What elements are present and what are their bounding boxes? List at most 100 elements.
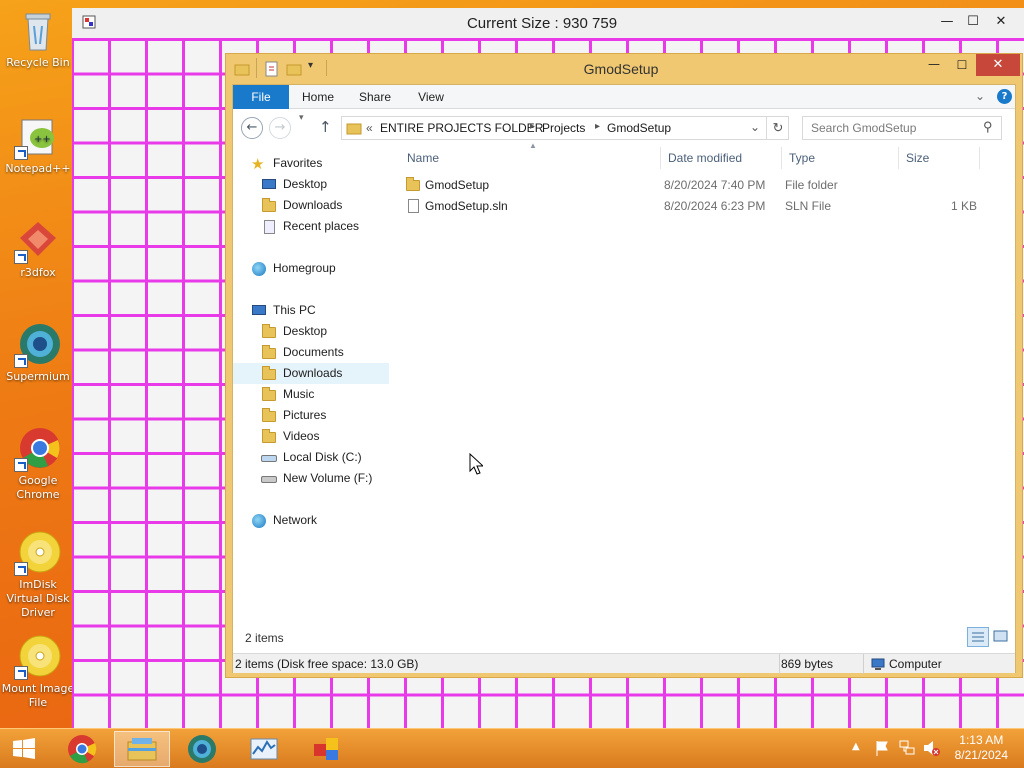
desktop-icon-r3dfox[interactable]: r3dfox bbox=[0, 216, 76, 280]
nav-this-pc-downloads[interactable]: Downloads bbox=[233, 363, 389, 384]
desktop-icon-label: Notepad++ bbox=[5, 162, 71, 175]
nav-favorites-downloads[interactable]: Downloads bbox=[261, 195, 342, 216]
nav-label: Music bbox=[283, 387, 315, 401]
folder-icon bbox=[405, 175, 421, 196]
supermium-icon bbox=[14, 320, 62, 368]
recent-locations-icon[interactable]: ▾ bbox=[299, 113, 304, 123]
clock[interactable]: 1:13 AM 8/21/2024 bbox=[955, 733, 1008, 763]
show-hidden-icons-button[interactable]: ▲ bbox=[852, 741, 860, 752]
table-row[interactable]: GmodSetup 8/20/2024 7:40 PM File folder bbox=[401, 175, 1013, 196]
taskbar-chrome[interactable] bbox=[54, 731, 110, 767]
mouse-cursor-icon bbox=[469, 452, 485, 478]
expand-ribbon-icon[interactable]: ⌄ bbox=[975, 89, 985, 103]
nav-label: Local Disk (C:) bbox=[283, 450, 362, 464]
videos-folder-icon bbox=[261, 428, 277, 445]
desktop-icon bbox=[261, 177, 277, 193]
table-row[interactable]: GmodSetup.sln 8/20/2024 6:23 PM SLN File… bbox=[401, 196, 1013, 217]
search-icon[interactable]: ⚲ bbox=[983, 119, 993, 135]
desktop-icon-notepad-plus-plus[interactable]: ++ Notepad++ bbox=[0, 112, 76, 176]
desktop-icon-label: Mount Image File bbox=[1, 682, 75, 709]
column-header-name[interactable]: Name bbox=[401, 147, 661, 169]
large-icons-view-icon[interactable] bbox=[991, 627, 1011, 647]
file-date: 8/20/2024 6:23 PM bbox=[664, 199, 766, 213]
shortcut-arrow-icon bbox=[14, 458, 28, 472]
breadcrumb-projects[interactable]: Projects bbox=[542, 121, 585, 135]
taskbar-control-panel[interactable] bbox=[298, 731, 354, 767]
maximize-button[interactable]: ☐ bbox=[948, 54, 976, 76]
explorer-titlebar[interactable]: ▾ GmodSetup — ☐ ✕ bbox=[226, 54, 1022, 84]
breadcrumb-gmodsetup[interactable]: GmodSetup bbox=[607, 121, 671, 135]
close-button[interactable]: ✕ bbox=[986, 8, 1016, 34]
desktop-icon-imdisk[interactable]: ImDisk Virtual Disk Driver bbox=[0, 528, 76, 620]
volume-muted-icon[interactable] bbox=[922, 739, 940, 760]
star-icon: ★ bbox=[251, 155, 265, 173]
file-list[interactable]: ▲ Name Date modified Type Size GmodSetup… bbox=[401, 141, 1013, 637]
desktop-icon-label: Recycle Bin bbox=[6, 56, 70, 69]
tab-home[interactable]: Home bbox=[293, 85, 343, 109]
nav-this-pc-music[interactable]: Music bbox=[261, 384, 314, 405]
pictures-folder-icon bbox=[261, 407, 277, 424]
nav-this-pc-pictures[interactable]: Pictures bbox=[261, 405, 326, 426]
column-header-date-modified[interactable]: Date modified bbox=[662, 147, 782, 169]
desktop-icon-mount-image-file[interactable]: Mount Image File bbox=[0, 632, 76, 710]
network-icon[interactable] bbox=[898, 739, 916, 760]
desktop-icon-label: Google Chrome bbox=[16, 474, 60, 501]
nav-this-pc-local-disk-c[interactable]: Local Disk (C:) bbox=[261, 447, 362, 468]
tab-file[interactable]: File bbox=[233, 85, 289, 109]
nav-network[interactable]: Network bbox=[251, 510, 317, 531]
explorer-window[interactable]: ▾ GmodSetup — ☐ ✕ File Home Share View ⌄… bbox=[225, 53, 1023, 678]
shortcut-arrow-icon bbox=[14, 250, 28, 264]
taskbar-resource-monitor[interactable] bbox=[236, 731, 292, 767]
nav-homegroup[interactable]: Homegroup bbox=[251, 258, 336, 279]
nav-favorites[interactable]: ★ Favorites bbox=[251, 153, 322, 174]
network-icon bbox=[251, 513, 267, 529]
help-icon[interactable]: ? bbox=[997, 89, 1012, 104]
file-type: File folder bbox=[785, 178, 838, 192]
action-center-flag-icon[interactable] bbox=[874, 739, 890, 760]
nav-this-pc[interactable]: This PC bbox=[251, 300, 316, 321]
address-dropdown-icon[interactable]: ⌄ bbox=[750, 120, 760, 134]
desktop-icon-label: Supermium bbox=[6, 370, 70, 383]
file-explorer-icon bbox=[127, 738, 157, 761]
clock-time: 1:13 AM bbox=[959, 733, 1004, 747]
tab-view[interactable]: View bbox=[405, 85, 457, 109]
supermium-icon bbox=[188, 735, 216, 763]
nav-this-pc-documents[interactable]: Documents bbox=[261, 342, 344, 363]
forward-button[interactable]: → bbox=[269, 117, 291, 139]
breadcrumb-separator-icon[interactable]: ▸ bbox=[595, 121, 600, 132]
desktop-icon-supermium[interactable]: Supermium bbox=[0, 320, 76, 384]
grid-window-titlebar[interactable]: Current Size : 930 759 — ☐ ✕ bbox=[72, 8, 1024, 38]
address-row: ← → ▾ ↑ « ENTIRE PROJECTS FOLDER ▸ Proje… bbox=[233, 109, 1015, 147]
maximize-button[interactable]: ☐ bbox=[958, 8, 988, 34]
nav-this-pc-desktop[interactable]: Desktop bbox=[261, 321, 327, 342]
breadcrumb-entire-projects-folder[interactable]: ENTIRE PROJECTS FOLDER bbox=[380, 121, 543, 135]
address-bar[interactable]: « ENTIRE PROJECTS FOLDER ▸ Projects ▸ Gm… bbox=[341, 116, 789, 140]
desktop-icon-google-chrome[interactable]: Google Chrome bbox=[0, 424, 76, 502]
up-button[interactable]: ↑ bbox=[319, 118, 332, 136]
nav-this-pc-new-volume-f[interactable]: New Volume (F:) bbox=[261, 468, 372, 489]
navigation-pane: ★ Favorites Desktop Downloads Recent pla… bbox=[233, 147, 393, 637]
explorer-title: GmodSetup bbox=[583, 61, 659, 77]
nav-this-pc-videos[interactable]: Videos bbox=[261, 426, 319, 447]
nav-label: Downloads bbox=[283, 366, 343, 380]
minimize-button[interactable]: — bbox=[920, 54, 948, 76]
nav-favorites-desktop[interactable]: Desktop bbox=[261, 174, 327, 195]
start-button[interactable] bbox=[0, 731, 48, 767]
taskbar-file-explorer[interactable] bbox=[114, 731, 170, 767]
nav-favorites-recent-places[interactable]: Recent places bbox=[261, 216, 359, 237]
status-bar: 2 items (Disk free space: 13.0 GB) 869 b… bbox=[233, 653, 1015, 674]
search-box[interactable]: Search GmodSetup ⚲ bbox=[802, 116, 1002, 140]
column-header-type[interactable]: Type bbox=[783, 147, 899, 169]
details-view-icon[interactable] bbox=[967, 627, 989, 647]
nav-label: Downloads bbox=[283, 198, 343, 212]
back-button[interactable]: ← bbox=[241, 117, 263, 139]
status-items: 2 items (Disk free space: 13.0 GB) bbox=[235, 657, 419, 671]
breadcrumb-separator-icon[interactable]: ▸ bbox=[530, 121, 535, 132]
desktop-icon-recycle-bin[interactable]: Recycle Bin bbox=[0, 6, 76, 70]
address-overflow[interactable]: « bbox=[366, 121, 373, 135]
tab-share[interactable]: Share bbox=[349, 85, 401, 109]
refresh-icon[interactable]: ↻ bbox=[766, 117, 789, 139]
close-button[interactable]: ✕ bbox=[976, 54, 1020, 76]
column-header-size[interactable]: Size bbox=[900, 147, 980, 169]
taskbar-supermium[interactable] bbox=[174, 731, 230, 767]
